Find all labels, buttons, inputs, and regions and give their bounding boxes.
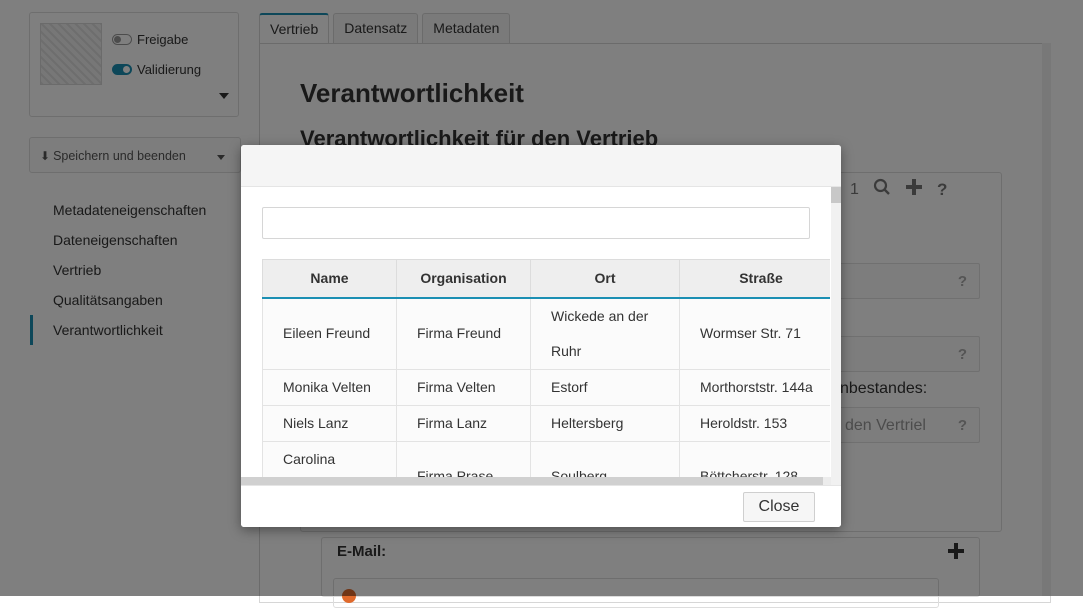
- cell-name: Eileen Freund: [262, 297, 397, 370]
- cell-organisation: Firma Velten: [396, 368, 531, 406]
- cell-organisation: Firma Prase: [396, 440, 531, 477]
- cell-strasse: Heroldstr. 153: [679, 404, 830, 442]
- cell-ort: Heltersberg: [530, 404, 680, 442]
- cell-organisation: Firma Freund: [396, 297, 531, 370]
- contact-picker-dialog: Name Organisation Ort Straße Eileen Freu…: [241, 145, 841, 527]
- table-row[interactable]: Monika Velten Firma Velten Estorf Mortho…: [262, 368, 830, 406]
- contacts-table: Name Organisation Ort Straße Eileen Freu…: [262, 259, 830, 477]
- contacts-table-wrapper: Name Organisation Ort Straße Eileen Freu…: [262, 259, 830, 477]
- table-row[interactable]: Eileen Freund Firma Freund Wickede an de…: [262, 297, 830, 370]
- dialog-header: [241, 145, 841, 187]
- table-row[interactable]: Niels Lanz Firma Lanz Heltersberg Herold…: [262, 404, 830, 442]
- cell-ort: Wickede an der Ruhr: [530, 297, 680, 370]
- table-row[interactable]: Carolina Firma Prase Soulberg Böttcherst…: [262, 440, 830, 477]
- column-header-organisation[interactable]: Organisation: [396, 259, 531, 299]
- cell-strasse: Morthorststr. 144a: [679, 368, 830, 406]
- vertical-scrollbar-thumb[interactable]: [831, 187, 841, 203]
- cell-strasse: Böttcherstr. 128: [679, 440, 830, 477]
- cell-name: Monika Velten: [262, 368, 397, 406]
- vertical-scrollbar[interactable]: [831, 187, 841, 485]
- cell-organisation: Firma Lanz: [396, 404, 531, 442]
- cell-strasse: Wormser Str. 71: [679, 297, 830, 370]
- column-header-ort[interactable]: Ort: [530, 259, 680, 299]
- cell-name: Carolina: [262, 440, 397, 477]
- cell-ort: Estorf: [530, 368, 680, 406]
- table-header-row: Name Organisation Ort Straße: [262, 259, 830, 299]
- column-header-name[interactable]: Name: [262, 259, 397, 299]
- cell-ort: Soulberg: [530, 440, 680, 477]
- close-button[interactable]: Close: [743, 492, 815, 522]
- search-input[interactable]: [262, 207, 810, 239]
- cell-name: Niels Lanz: [262, 404, 397, 442]
- dialog-body: Name Organisation Ort Straße Eileen Freu…: [241, 187, 841, 485]
- dialog-footer: Close: [241, 485, 841, 527]
- horizontal-scrollbar-thumb[interactable]: [241, 477, 823, 485]
- column-header-strasse[interactable]: Straße: [679, 259, 830, 299]
